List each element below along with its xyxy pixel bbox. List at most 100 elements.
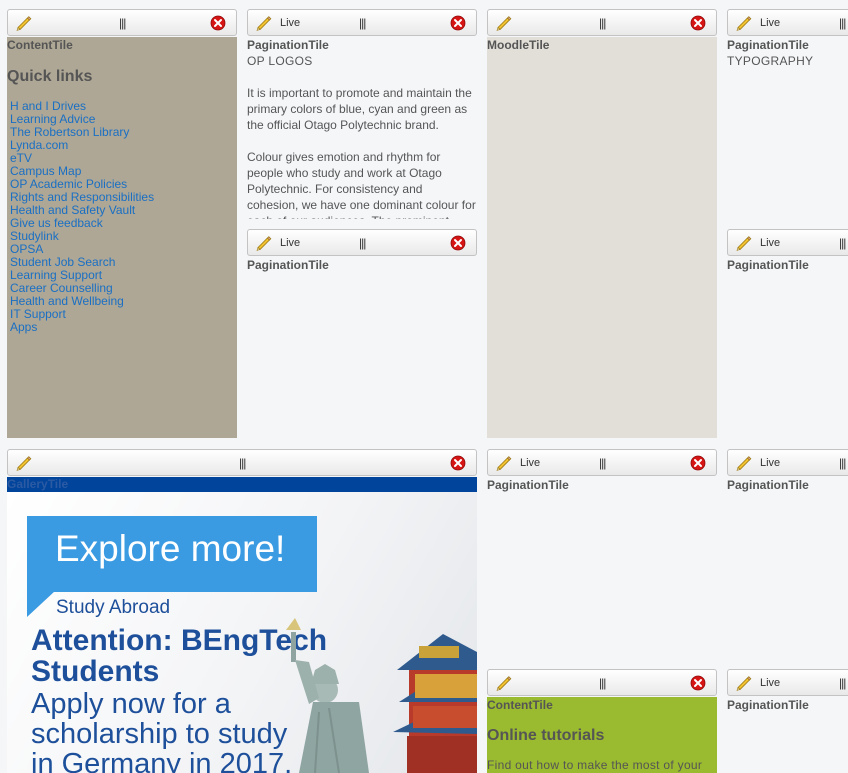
tile-toolbar: ||| [487, 9, 717, 36]
quick-link[interactable]: Campus Map [10, 164, 81, 178]
content-tile-quick-links: ||| ContentTile Quick links H and I Driv… [7, 9, 237, 438]
pencil-icon[interactable] [15, 14, 33, 32]
apply-line: Apply now for a [31, 688, 231, 720]
quick-link[interactable]: IT Support [10, 307, 66, 321]
page-subtitle: TYPOGRAPHY [727, 54, 814, 68]
close-icon[interactable] [450, 235, 466, 251]
tile-body: ContentTile Quick links H and I Drives L… [7, 37, 237, 438]
quick-link[interactable]: Career Counselling [10, 281, 113, 295]
live-label[interactable]: Live [280, 17, 300, 29]
tile-name: PaginationTile [487, 478, 569, 492]
tile-name: ContentTile [487, 698, 553, 712]
tile-toolbar: Live ||| [727, 9, 848, 36]
close-icon[interactable] [210, 15, 226, 31]
pencil-icon[interactable] [495, 14, 513, 32]
study-abroad-label: Study Abroad [56, 597, 171, 618]
online-tutorials-text: Find out how to make the most of your [487, 758, 703, 772]
close-icon[interactable] [690, 455, 706, 471]
gallery-tile: ||| GalleryTile Explore more! Study Abro… [7, 449, 477, 773]
live-label[interactable]: Live [760, 17, 780, 29]
drag-handle-icon[interactable]: ||| [599, 16, 606, 30]
drag-handle-icon[interactable]: ||| [359, 236, 366, 250]
quick-link[interactable]: OPSA [10, 242, 43, 256]
tile-body: PaginationTile [727, 697, 848, 773]
drag-handle-icon[interactable]: ||| [839, 676, 846, 690]
tile-name: PaginationTile [727, 258, 809, 272]
apply-text: Apply now for a scholarship to study in … [31, 689, 292, 773]
quick-link[interactable]: OP Academic Policies [10, 177, 127, 191]
pencil-icon[interactable] [735, 234, 753, 252]
live-label[interactable]: Live [760, 457, 780, 469]
live-label[interactable]: Live [760, 677, 780, 689]
explore-heading: Explore more! [55, 528, 286, 569]
quick-link[interactable]: H and I Drives [10, 99, 86, 113]
tile-name: PaginationTile [247, 258, 329, 272]
live-label[interactable]: Live [280, 237, 300, 249]
quick-link[interactable]: Health and Wellbeing [10, 294, 124, 308]
paragraph: Colour gives emotion and rhythm for peop… [247, 150, 476, 219]
quick-link[interactable]: eTV [10, 151, 32, 165]
drag-handle-icon[interactable]: ||| [359, 16, 366, 30]
pagination-tile: Live ||| PaginationTile [487, 449, 717, 658]
close-icon[interactable] [690, 15, 706, 31]
tile-body: GalleryTile Explore more! Study Abroad A… [7, 477, 477, 773]
gallery-banner[interactable]: Explore more! Study Abroad Attention: BE… [7, 492, 477, 773]
tile-name: PaginationTile [727, 38, 809, 52]
drag-handle-icon[interactable]: ||| [119, 16, 126, 30]
quick-link[interactable]: The Robertson Library [10, 125, 129, 139]
pencil-icon[interactable] [735, 674, 753, 692]
tile-toolbar: Live ||| [247, 9, 477, 36]
tile-name: GalleryTile [7, 477, 477, 492]
quick-link[interactable]: Student Job Search [10, 255, 115, 269]
drag-handle-icon[interactable]: ||| [839, 236, 846, 250]
content-tile-online-tutorials: ||| ContentTile Online tutorials Find ou… [487, 669, 717, 773]
quick-link[interactable]: Learning Advice [10, 112, 95, 126]
tile-toolbar: Live ||| [727, 229, 848, 256]
quick-link[interactable]: Apps [10, 320, 37, 334]
quick-link[interactable]: Learning Support [10, 268, 102, 282]
pencil-icon[interactable] [735, 454, 753, 472]
drag-handle-icon[interactable]: ||| [599, 676, 606, 690]
pencil-icon[interactable] [255, 14, 273, 32]
pagination-tile: Live ||| PaginationTile [247, 229, 477, 438]
explore-box: Explore more! [27, 516, 317, 592]
pagination-tile-typography: Live ||| PaginationTile TYPOGRAPHY [727, 9, 848, 219]
pencil-icon[interactable] [15, 454, 33, 472]
tile-body: ContentTile Online tutorials Find out ho… [487, 697, 717, 773]
quick-link[interactable]: Lynda.com [10, 138, 68, 152]
quick-link[interactable]: Give us feedback [10, 216, 103, 230]
tile-toolbar: ||| [7, 449, 477, 476]
quick-links-title: Quick links [7, 68, 93, 85]
pencil-icon[interactable] [495, 674, 513, 692]
quick-link[interactable]: Health and Safety Vault [10, 203, 135, 217]
drag-handle-icon[interactable]: ||| [599, 456, 606, 470]
drag-handle-icon[interactable]: ||| [839, 16, 846, 30]
landmarks-illustration [286, 618, 477, 773]
close-icon[interactable] [450, 455, 466, 471]
quick-link[interactable]: Studylink [10, 229, 59, 243]
tile-name: MoodleTile [487, 38, 550, 52]
pagination-tile-logos: Live ||| PaginationTile OP LOGOS It is i… [247, 9, 477, 219]
close-icon[interactable] [450, 15, 466, 31]
moodle-tile: ||| MoodleTile [487, 9, 717, 438]
explore-box-tail [27, 591, 55, 617]
tile-name: PaginationTile [247, 38, 329, 52]
tile-name: PaginationTile [727, 478, 809, 492]
live-label[interactable]: Live [760, 237, 780, 249]
pencil-icon[interactable] [495, 454, 513, 472]
pencil-icon[interactable] [735, 14, 753, 32]
tile-toolbar: Live ||| [487, 449, 717, 476]
tile-body: PaginationTile TYPOGRAPHY [727, 37, 848, 219]
tile-toolbar: Live ||| [247, 229, 477, 256]
live-label[interactable]: Live [520, 457, 540, 469]
drag-handle-icon[interactable]: ||| [839, 456, 846, 470]
drag-handle-icon[interactable]: ||| [239, 456, 246, 470]
pencil-icon[interactable] [255, 234, 273, 252]
tile-body: PaginationTile [247, 257, 477, 438]
close-icon[interactable] [690, 675, 706, 691]
temple-graphic [393, 634, 477, 773]
tile-name: ContentTile [7, 38, 73, 52]
quick-link[interactable]: Rights and Responsibilities [10, 190, 154, 204]
apply-line: in Germany in 2017. [31, 748, 293, 773]
tile-body: PaginationTile [487, 477, 717, 658]
